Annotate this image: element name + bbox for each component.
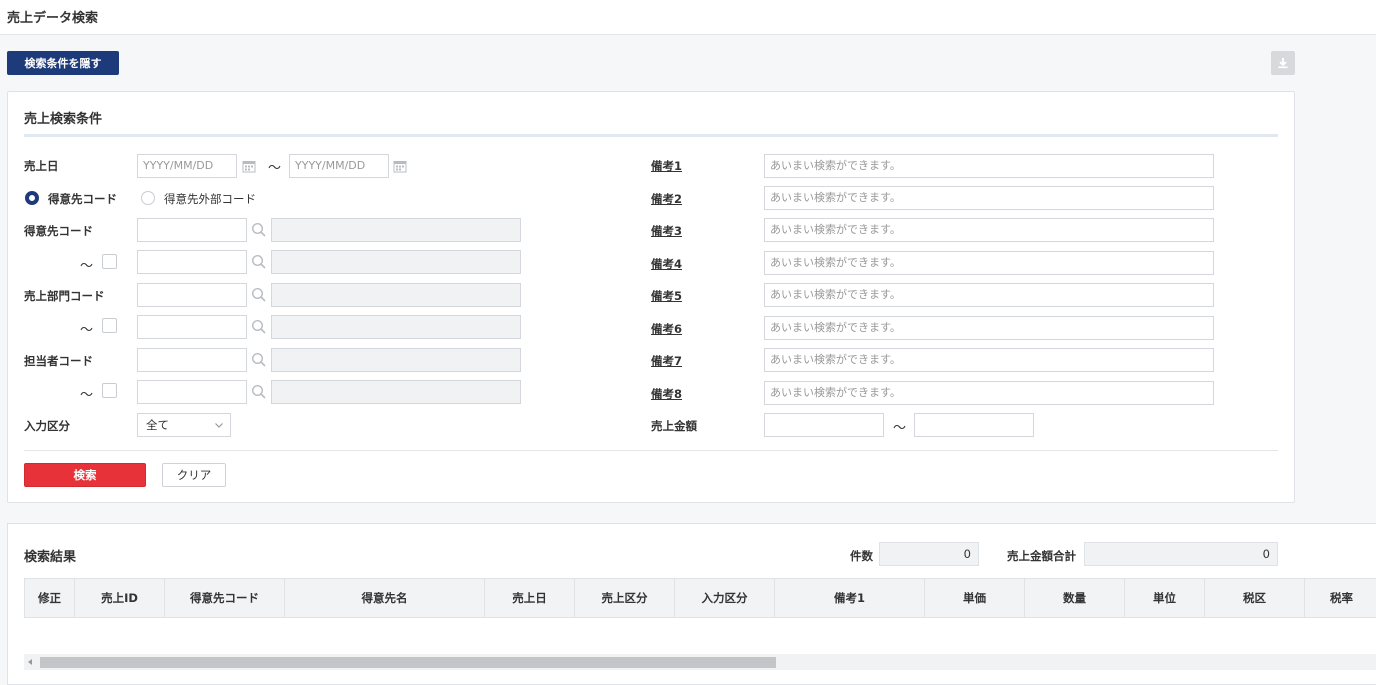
column-header[interactable]: 入力区分 <box>675 579 775 617</box>
total-amount-label: 売上金額合計 <box>1007 549 1076 563</box>
remark-7-input[interactable]: あいまい検索ができます。 <box>764 348 1214 372</box>
buttons-divider <box>24 450 1278 451</box>
sales-date-label: 売上日 <box>24 159 59 173</box>
remark-6-input[interactable]: あいまい検索ができます。 <box>764 316 1214 340</box>
dept-code-label: 売上部門コード <box>24 289 105 303</box>
remark-8-input[interactable]: あいまい検索ができます。 <box>764 381 1214 405</box>
column-header[interactable]: 税率 <box>1305 579 1376 617</box>
remark-3-link[interactable]: 備考3 <box>651 223 682 239</box>
results-title: 検索結果 <box>24 550 77 565</box>
amount-range-tilde: ～ <box>893 421 907 436</box>
customer-range-checkbox[interactable] <box>102 254 117 269</box>
column-header[interactable]: 数量 <box>1025 579 1125 617</box>
column-header[interactable]: 売上日 <box>485 579 575 617</box>
column-header[interactable]: 税区 <box>1205 579 1305 617</box>
remark-1-link[interactable]: 備考1 <box>651 158 682 174</box>
column-header[interactable]: 単価 <box>925 579 1025 617</box>
dept-range-checkbox[interactable] <box>102 318 117 333</box>
sales-date-from-input[interactable]: YYYY/MM/DD <box>137 154 237 178</box>
search-icon[interactable] <box>251 222 267 238</box>
remark-5-input[interactable]: あいまい検索ができます。 <box>764 283 1214 307</box>
radio-customer-code[interactable] <box>25 191 39 205</box>
input-category-value: 全て <box>146 418 169 432</box>
remark-2-link[interactable]: 備考2 <box>651 191 682 207</box>
sales-date-to-input[interactable]: YYYY/MM/DD <box>289 154 389 178</box>
customer-code-from-input[interactable] <box>137 218 247 242</box>
radio-customer-external-code-label: 得意先外部コード <box>164 192 256 206</box>
download-button[interactable] <box>1271 51 1295 75</box>
column-header[interactable]: 得意先名 <box>285 579 485 617</box>
input-category-select[interactable]: 全て <box>137 413 231 437</box>
chevron-down-icon <box>215 423 223 428</box>
remark-1-input[interactable]: あいまい検索ができます。 <box>764 154 1214 178</box>
top-bar: 売上データ検索 <box>0 0 1376 35</box>
horizontal-scrollbar[interactable] <box>24 654 1376 670</box>
search-icon[interactable] <box>251 352 267 368</box>
date-range-tilde: ～ <box>268 161 282 176</box>
clear-button[interactable]: クリア <box>162 463 226 487</box>
staff-name-to-display <box>271 380 521 404</box>
column-header[interactable]: 修正 <box>25 579 75 617</box>
customer-code-to-input[interactable] <box>137 250 247 274</box>
staff-range-checkbox[interactable] <box>102 383 117 398</box>
conditions-title: 売上検索条件 <box>24 112 103 127</box>
search-icon[interactable] <box>251 319 267 335</box>
search-icon[interactable] <box>251 254 267 270</box>
column-header[interactable]: 売上ID <box>75 579 165 617</box>
staff-name-from-display <box>271 348 521 372</box>
customer-range-tilde: ～ <box>80 259 94 274</box>
dept-name-from-display <box>271 283 521 307</box>
remark-8-link[interactable]: 備考8 <box>651 386 682 402</box>
staff-range-tilde: ～ <box>80 388 94 403</box>
scroll-left-arrow-icon[interactable] <box>28 659 32 665</box>
remark-6-link[interactable]: 備考6 <box>651 321 682 337</box>
search-results-panel: 検索結果 件数 0 売上金額合計 0 修正 売上ID 得意先コード 得意先名 売… <box>7 523 1376 685</box>
scrollbar-thumb[interactable] <box>40 657 776 668</box>
customer-code-label: 得意先コード <box>24 224 93 238</box>
dept-range-tilde: ～ <box>80 323 94 338</box>
sales-amount-label: 売上金額 <box>651 419 697 433</box>
column-header[interactable]: 売上区分 <box>575 579 675 617</box>
dept-code-to-input[interactable] <box>137 315 247 339</box>
remark-3-input[interactable]: あいまい検索ができます。 <box>764 218 1214 242</box>
page-title: 売上データ検索 <box>7 11 99 26</box>
search-icon[interactable] <box>251 287 267 303</box>
results-grid-header: 修正 売上ID 得意先コード 得意先名 売上日 売上区分 入力区分 備考1 単価… <box>24 578 1376 618</box>
search-button[interactable]: 検索 <box>24 463 146 487</box>
remark-5-link[interactable]: 備考5 <box>651 288 682 304</box>
customer-name-from-display <box>271 218 521 242</box>
staff-code-label: 担当者コード <box>24 354 93 368</box>
count-value: 0 <box>879 542 979 566</box>
dept-name-to-display <box>271 315 521 339</box>
sales-amount-from-input[interactable] <box>764 413 884 437</box>
count-label: 件数 <box>850 549 873 563</box>
column-header[interactable]: 単位 <box>1125 579 1205 617</box>
dept-code-from-input[interactable] <box>137 283 247 307</box>
column-header[interactable]: 備考1 <box>775 579 925 617</box>
customer-name-to-display <box>271 250 521 274</box>
calendar-icon[interactable] <box>393 159 407 173</box>
sales-amount-to-input[interactable] <box>914 413 1034 437</box>
column-header[interactable]: 得意先コード <box>165 579 285 617</box>
remark-4-link[interactable]: 備考4 <box>651 256 682 272</box>
total-amount-value: 0 <box>1084 542 1278 566</box>
download-icon <box>1278 58 1288 69</box>
staff-code-to-input[interactable] <box>137 380 247 404</box>
search-conditions-panel: 売上検索条件 売上日 YYYY/MM/DD ～ YYYY/MM/DD 得意先コー… <box>7 91 1295 503</box>
toggle-conditions-button[interactable]: 検索条件を隠す <box>7 51 119 75</box>
radio-customer-code-label: 得意先コード <box>48 192 117 206</box>
remark-2-input[interactable]: あいまい検索ができます。 <box>764 186 1214 210</box>
calendar-icon[interactable] <box>242 159 256 173</box>
search-icon[interactable] <box>251 384 267 400</box>
radio-customer-external-code[interactable] <box>141 191 155 205</box>
title-divider <box>24 134 1278 137</box>
remark-4-input[interactable]: あいまい検索ができます。 <box>764 251 1214 275</box>
staff-code-from-input[interactable] <box>137 348 247 372</box>
remark-7-link[interactable]: 備考7 <box>651 353 682 369</box>
input-category-label: 入力区分 <box>24 419 70 433</box>
